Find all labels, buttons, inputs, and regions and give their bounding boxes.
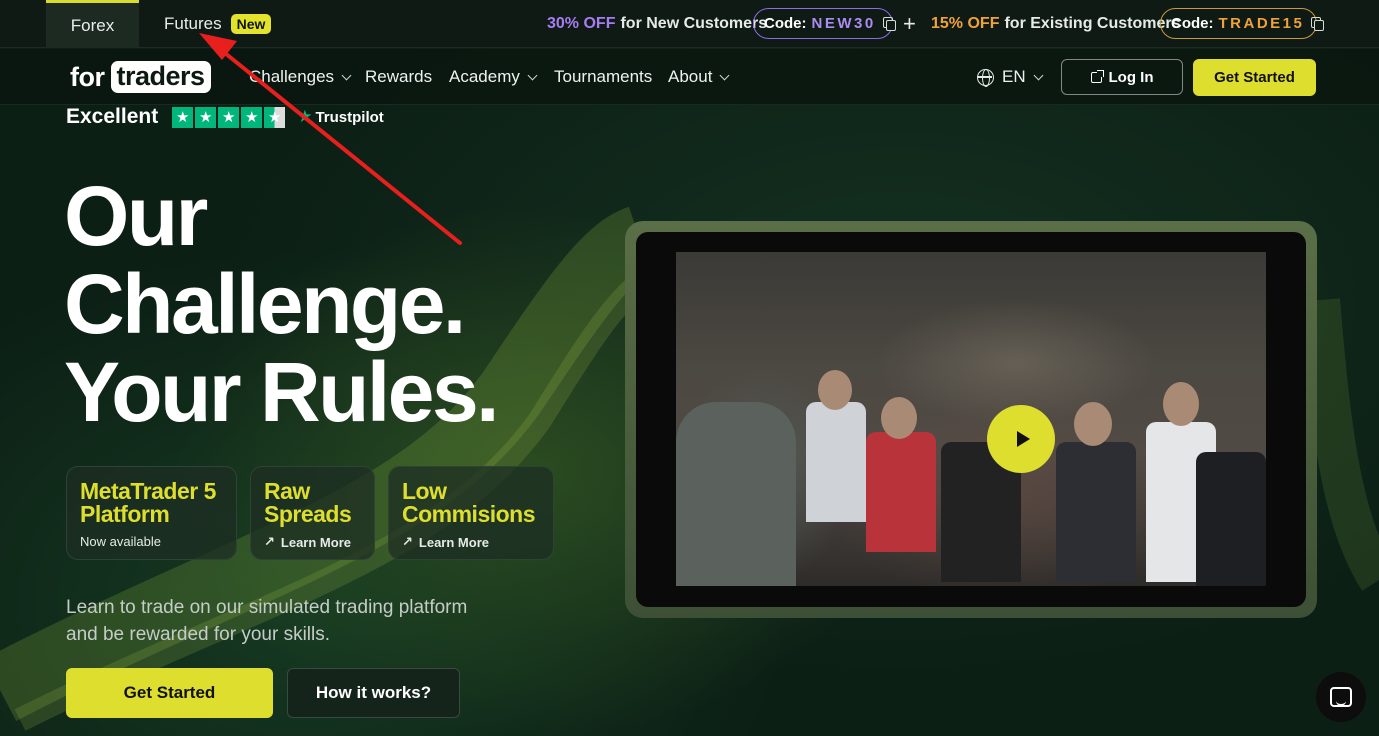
hero-description-line: Learn to trade on our simulated trading … xyxy=(66,597,468,618)
learn-more-label: Learn More xyxy=(280,534,351,550)
logo-prefix: for xyxy=(70,61,105,92)
hero-title-line: Our xyxy=(64,169,208,263)
trustpilot-rating[interactable]: Excellent ★ ★ ★ ★ ★ ★ Trustpilot xyxy=(66,104,384,130)
nav-item-challenges[interactable]: Challenges xyxy=(249,49,352,105)
video-player[interactable] xyxy=(636,232,1306,607)
nav-label: Rewards xyxy=(365,67,433,86)
arrow-up-right-icon: ↗ xyxy=(402,534,413,549)
crowd-figure xyxy=(866,432,936,552)
copy-code-new30-button[interactable]: Code: NEW30 xyxy=(753,8,896,39)
nav-label: Academy xyxy=(449,67,520,86)
get-started-nav-button[interactable]: Get Started xyxy=(1193,59,1316,96)
external-link-icon xyxy=(1090,69,1104,83)
language-label: EN xyxy=(1002,67,1026,86)
trustpilot-star-icon: ★ xyxy=(297,107,313,126)
feature-title: Raw Spreads xyxy=(264,480,361,526)
feature-title-line: Spreads xyxy=(264,501,352,527)
tab-futures[interactable]: Futures New xyxy=(164,0,272,48)
language-selector[interactable]: EN xyxy=(977,49,1044,105)
play-icon xyxy=(1016,431,1030,447)
login-label: Log In xyxy=(1108,68,1154,86)
nav-label: About xyxy=(668,67,713,86)
nav-item-academy[interactable]: Academy xyxy=(449,49,538,105)
crowd-figure xyxy=(1196,452,1266,586)
promo-existing-percent: 15% OFF xyxy=(931,15,1000,32)
rating-label: Excellent xyxy=(66,105,159,128)
star-icon: ★ xyxy=(218,106,240,128)
feature-title-line: Low xyxy=(402,478,447,504)
feature-title-line: Platform xyxy=(80,501,170,527)
feature-title-line: MetaTrader 5 xyxy=(80,478,216,504)
feature-card-raw-spreads[interactable]: Raw Spreads ↗ Learn More xyxy=(250,466,375,560)
code-value: TRADE15 xyxy=(1218,15,1305,32)
learn-more-link[interactable]: ↗ Learn More xyxy=(402,534,540,550)
chevron-down-icon xyxy=(719,70,730,80)
promo-new-customers: 30% OFF for New Customers xyxy=(547,0,767,48)
code-label: Code: xyxy=(1171,15,1214,32)
main-nav: for traders Challenges Rewards Academy T… xyxy=(0,49,1379,105)
logo[interactable]: for traders xyxy=(70,61,211,93)
learn-more-link[interactable]: ↗ Learn More xyxy=(264,534,361,550)
chevron-down-icon xyxy=(341,70,352,80)
video-thumbnail xyxy=(676,252,1266,586)
video-frame xyxy=(625,221,1317,618)
feature-title: MetaTrader 5 Platform xyxy=(80,480,223,526)
chat-icon xyxy=(1330,687,1352,707)
feature-title: Low Commisions xyxy=(402,480,540,526)
how-it-works-button[interactable]: How it works? xyxy=(287,668,460,718)
new-badge: New xyxy=(230,14,272,34)
code-value: NEW30 xyxy=(811,15,876,32)
hero-description: Learn to trade on our simulated trading … xyxy=(66,594,506,648)
promo-existing-text: for Existing Customers xyxy=(1004,15,1181,32)
hero-description-line: and be rewarded for your skills. xyxy=(66,624,331,645)
login-button[interactable]: Log In xyxy=(1061,59,1183,95)
feature-title-line: Commisions xyxy=(402,501,536,527)
get-started-hero-button[interactable]: Get Started xyxy=(66,668,273,718)
trustpilot-logo: ★ Trustpilot xyxy=(297,107,384,127)
star-icon: ★ xyxy=(195,106,217,128)
promo-bar: Forex Futures New 30% OFF for New Custom… xyxy=(0,0,1379,48)
code-label: Code: xyxy=(764,15,807,32)
copy-code-trade15-button[interactable]: Code: TRADE15 xyxy=(1160,8,1325,39)
crowd-figure xyxy=(1056,442,1136,582)
hero-title-line: Challenge. xyxy=(64,257,466,351)
speaker-silhouette xyxy=(676,402,796,586)
tab-forex[interactable]: Forex xyxy=(46,0,139,48)
crowd-figure xyxy=(1074,402,1112,446)
crowd-figure xyxy=(818,370,852,410)
arrow-up-right-icon: ↗ xyxy=(264,534,275,549)
star-icon: ★ xyxy=(172,106,194,128)
hero-title-line: Your Rules. xyxy=(64,345,500,439)
logo-box: traders xyxy=(110,61,211,93)
nav-label: Tournaments xyxy=(554,67,653,86)
nav-label: Challenges xyxy=(249,67,335,86)
nav-item-tournaments[interactable]: Tournaments xyxy=(554,49,652,105)
promo-new-percent: 30% OFF xyxy=(547,15,616,32)
star-icon: ★ xyxy=(241,106,263,128)
chevron-down-icon xyxy=(1033,70,1044,80)
learn-more-label: Learn More xyxy=(418,534,489,550)
feature-card-mt5[interactable]: MetaTrader 5 Platform Now available xyxy=(66,466,237,560)
chevron-down-icon xyxy=(527,70,538,80)
play-button[interactable] xyxy=(987,405,1055,473)
tab-forex-label: Forex xyxy=(70,15,115,35)
crowd-figure xyxy=(1163,382,1199,426)
promo-new-text: for New Customers xyxy=(620,15,768,32)
chat-button[interactable] xyxy=(1316,672,1366,722)
nav-item-about[interactable]: About xyxy=(668,49,730,105)
crowd-figure xyxy=(806,402,866,522)
feature-subtitle: Now available xyxy=(80,534,161,549)
nav-item-rewards[interactable]: Rewards xyxy=(365,49,432,105)
hero-title: Our Challenge. Your Rules. xyxy=(64,169,500,439)
star-half-icon: ★ xyxy=(264,106,286,128)
crowd-figure xyxy=(881,397,917,439)
feature-title-line: Raw xyxy=(264,478,310,504)
tab-futures-label: Futures xyxy=(164,14,222,33)
promo-existing-customers: 15% OFF for Existing Customers xyxy=(931,0,1181,48)
globe-icon xyxy=(977,68,994,87)
plus-icon: + xyxy=(903,11,916,36)
star-rating: ★ ★ ★ ★ ★ xyxy=(172,106,286,128)
feature-card-low-commisions[interactable]: Low Commisions ↗ Learn More xyxy=(388,466,554,560)
trustpilot-brand: Trustpilot xyxy=(315,108,384,126)
